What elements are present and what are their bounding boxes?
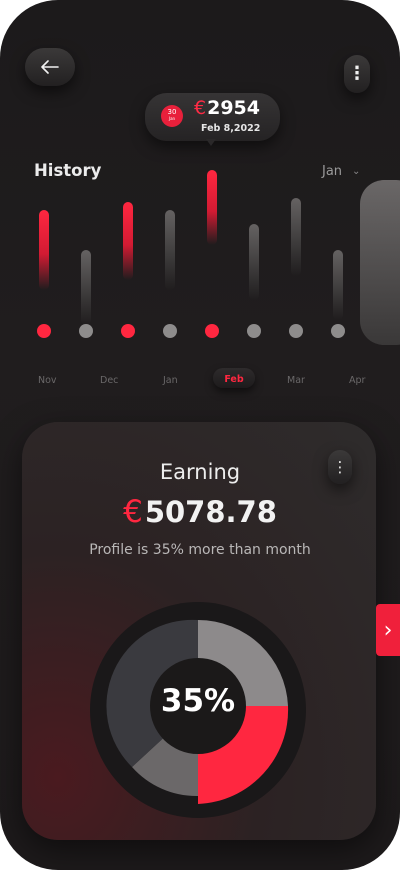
history-bar[interactable] bbox=[165, 210, 175, 290]
earning-title: Earning bbox=[159, 460, 241, 484]
history-dot[interactable] bbox=[247, 324, 261, 338]
tooltip-amount: €2954 bbox=[194, 97, 260, 119]
day-badge-month: Jan bbox=[168, 116, 176, 121]
more-vertical-icon: ⋮ bbox=[348, 63, 366, 84]
more-options-button[interactable]: ⋮ bbox=[344, 55, 370, 93]
day-badge: 30 Jan bbox=[161, 105, 183, 127]
chevron-down-icon: ⌄ bbox=[352, 166, 361, 177]
history-bar[interactable] bbox=[291, 198, 301, 276]
month-label-feb-active[interactable]: Feb bbox=[213, 368, 255, 388]
earning-amount-value: 5078.78 bbox=[144, 495, 277, 529]
day-badge-number: 30 bbox=[167, 108, 177, 116]
history-dot[interactable] bbox=[121, 324, 135, 338]
donut-percent-label: 35% bbox=[160, 683, 236, 719]
history-dot[interactable] bbox=[163, 324, 177, 338]
tooltip-date: Feb 8,2022 bbox=[201, 123, 261, 134]
tooltip-amount-value: 2954 bbox=[207, 97, 260, 119]
history-bar[interactable] bbox=[249, 224, 259, 300]
month-label-jan[interactable]: Jan bbox=[163, 375, 178, 386]
history-dot[interactable] bbox=[79, 324, 93, 338]
euro-symbol: € bbox=[123, 494, 143, 530]
phone-frame: ⋮ 30 Jan €2954 Feb 8,2022 History Jan ⌄ … bbox=[0, 0, 400, 870]
value-tooltip: 30 Jan €2954 Feb 8,2022 bbox=[145, 93, 280, 146]
earning-amount: €5078.78 bbox=[0, 494, 400, 530]
back-button[interactable] bbox=[25, 48, 75, 86]
month-label-dec[interactable]: Dec bbox=[100, 375, 118, 386]
earning-subtitle: Profile is 35% more than month bbox=[89, 542, 311, 558]
history-bar[interactable] bbox=[81, 250, 91, 325]
history-dot[interactable] bbox=[205, 324, 219, 338]
euro-symbol: € bbox=[194, 97, 207, 119]
history-bar[interactable] bbox=[123, 202, 133, 280]
history-dot[interactable] bbox=[289, 324, 303, 338]
next-page-card-edge[interactable] bbox=[360, 180, 400, 345]
month-label-apr[interactable]: Apr bbox=[349, 375, 365, 386]
history-dot[interactable] bbox=[331, 324, 345, 338]
history-title: History bbox=[34, 161, 102, 180]
chevron-right-icon: › bbox=[383, 617, 393, 643]
history-bar[interactable] bbox=[39, 210, 49, 290]
month-label-nov[interactable]: Nov bbox=[38, 375, 57, 386]
month-label-mar[interactable]: Mar bbox=[287, 375, 305, 386]
history-bar[interactable] bbox=[333, 250, 343, 320]
arrow-left-icon bbox=[41, 60, 59, 74]
history-bar[interactable] bbox=[207, 170, 217, 245]
month-dropdown-value: Jan bbox=[322, 164, 343, 179]
month-dropdown[interactable]: Jan ⌄ bbox=[322, 164, 360, 179]
next-button[interactable]: › bbox=[376, 604, 400, 656]
history-dot[interactable] bbox=[37, 324, 51, 338]
